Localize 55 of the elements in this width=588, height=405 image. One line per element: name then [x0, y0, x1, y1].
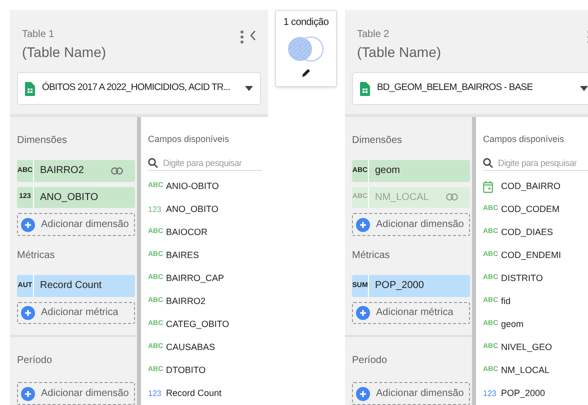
table-label: Table 2: [357, 28, 390, 42]
more-icon[interactable]: [240, 30, 244, 44]
dimension-name: geom: [374, 164, 402, 178]
plus-icon: [356, 218, 370, 232]
plus-icon: [21, 306, 35, 320]
search-field[interactable]: Digite para pesquisar: [483, 156, 588, 171]
add-dimension-button[interactable]: Adicionar dimensão: [17, 382, 135, 405]
field-item[interactable]: COD_BAIRRO: [483, 175, 588, 198]
add-dimension-button[interactable]: Adicionar métrica: [17, 302, 135, 324]
caret-icon: [245, 86, 253, 91]
type-label: 123: [483, 388, 498, 400]
section-label: Métricas: [17, 248, 56, 263]
plus-icon: [356, 306, 370, 320]
section-label: Métricas: [352, 248, 391, 263]
condition-label: 1 condição: [283, 16, 329, 30]
section-label: Período: [352, 354, 388, 368]
field-item[interactable]: 123 POP_2000: [483, 382, 588, 405]
join-condition-card[interactable]: 1 condição: [275, 10, 337, 87]
plus-icon: [21, 386, 35, 401]
section-label: Dimensões: [352, 134, 404, 148]
spreadsheet-icon: [360, 82, 370, 96]
add-dimension-button[interactable]: Adicionar dimensão: [17, 213, 135, 236]
section-label: Dimensões: [17, 134, 68, 148]
field-item[interactable]: 123 Record Count: [148, 382, 268, 405]
search-icon: [483, 158, 493, 168]
section-label: Período: [17, 354, 54, 368]
dimension-name: ANO_OBITO: [39, 190, 100, 205]
data-source-dropdown[interactable]: BD_GEOM_BELEM_BAIRROS - BASE: [352, 72, 588, 105]
pencil-icon[interactable]: [302, 68, 310, 77]
type-label: 123: [148, 388, 162, 400]
metric-name: Record Count: [39, 279, 103, 294]
field-item[interactable]: 123 ANO_OBITO: [148, 198, 268, 221]
caret-icon: [580, 86, 588, 91]
search-icon: [148, 158, 158, 168]
section-label: Campos disponíveis: [483, 133, 566, 146]
search-field[interactable]: Digite para pesquisar: [148, 156, 262, 171]
section-label: Campos disponíveis: [148, 133, 230, 146]
link-icon: [111, 166, 123, 175]
add-dimension-button[interactable]: Adicionar dimensão: [352, 382, 470, 405]
data-source-dropdown[interactable]: ÓBITOS 2017 A 2022_HOMICIDIOS, ACID TR...: [17, 72, 261, 105]
add-dimension-button[interactable]: Adicionar dimensão: [352, 213, 470, 236]
chevron-left-icon[interactable]: [250, 30, 256, 41]
metric-name: POP_2000: [374, 279, 425, 294]
dimension-name: BAIRRO2: [39, 164, 85, 178]
dimension-name: NM_LOCAL: [374, 190, 430, 205]
table-name: (Table Name): [22, 43, 108, 62]
type-label: 123: [148, 204, 162, 216]
plus-icon: [356, 386, 370, 401]
add-dimension-button[interactable]: Adicionar métrica: [352, 302, 470, 324]
table-label: Table 1: [22, 28, 56, 42]
plus-icon: [21, 218, 35, 232]
link-icon: [446, 193, 458, 202]
table-name: (Table Name): [357, 43, 442, 62]
spreadsheet-icon: [25, 82, 35, 96]
calendar-icon: [483, 180, 493, 192]
